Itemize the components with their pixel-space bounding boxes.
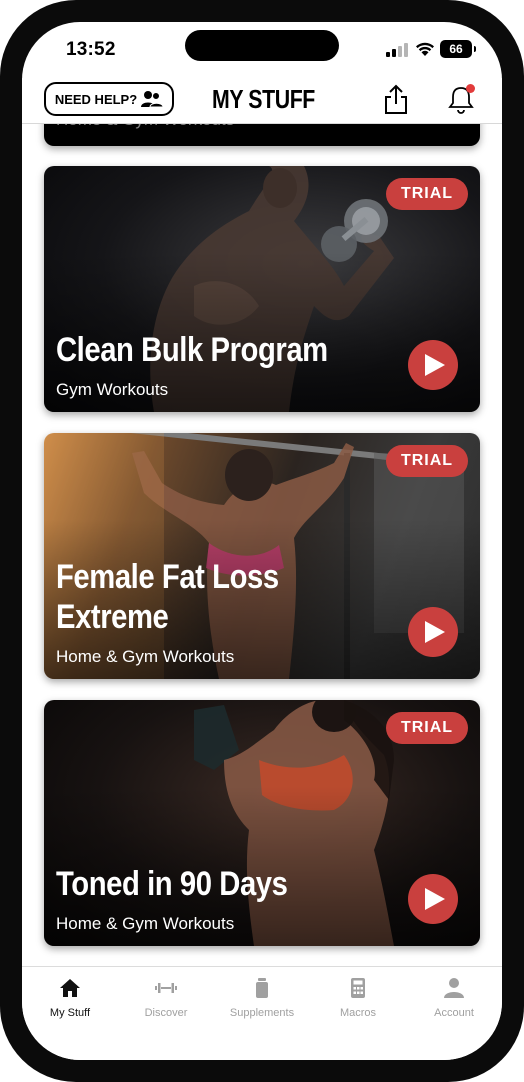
tab-label: Supplements	[229, 1007, 295, 1019]
dynamic-island	[185, 30, 339, 61]
play-icon	[425, 354, 445, 376]
program-subtitle: Home & Gym Workouts	[56, 124, 234, 134]
tab-label: Account	[434, 1007, 474, 1019]
play-button[interactable]	[408, 874, 458, 924]
program-card-female-fat-loss[interactable]: TRIAL Female Fat Loss Extreme Home & Gym…	[44, 433, 480, 679]
need-help-button[interactable]: NEED HELP?	[44, 82, 174, 116]
phone-frame: 13:52 66 NEED HELP? MY STUFF TRIAL Clean…	[0, 0, 524, 1082]
tab-discover[interactable]: Discover	[118, 977, 214, 1027]
tab-label: Macros	[339, 1007, 377, 1019]
status-bar: 13:52 66	[22, 22, 502, 78]
program-subtitle: Gym Workouts	[56, 380, 169, 399]
trial-badge: TRIAL	[386, 445, 468, 477]
dumbbell-icon	[155, 983, 177, 993]
program-subtitle: Home & Gym Workouts	[56, 647, 235, 666]
share-icon[interactable]	[382, 82, 410, 116]
screen: 13:52 66 NEED HELP? MY STUFF TRIAL Clean…	[22, 22, 502, 1060]
trial-badge: TRIAL	[386, 178, 468, 210]
program-title: Toned in 90 Days	[56, 865, 288, 903]
program-card-clean-bulk[interactable]: TRIAL Clean Bulk Program Gym Workouts	[44, 166, 480, 412]
play-button[interactable]	[408, 607, 458, 657]
page-title: MY STUFF	[212, 84, 315, 114]
trial-badge: TRIAL	[386, 712, 468, 744]
signal-icon	[386, 43, 408, 57]
need-help-label: NEED HELP?	[54, 91, 138, 107]
person-icon	[444, 978, 464, 998]
play-icon	[425, 621, 445, 643]
status-time: 13:52	[66, 39, 116, 60]
program-title: Clean Bulk Program	[56, 331, 328, 369]
program-list: Home & Gym Workouts TRIAL Clean Bul	[22, 124, 502, 966]
home-icon	[60, 979, 80, 997]
wifi-icon	[416, 42, 434, 56]
tab-my-stuff[interactable]: My Stuff	[22, 977, 118, 1027]
tab-supplements[interactable]: Supplements	[214, 977, 310, 1027]
calculator-icon	[351, 978, 365, 998]
tab-bar: My Stuff Discover Supplements Macros Acc…	[22, 966, 502, 1060]
notification-dot	[466, 84, 475, 93]
play-button[interactable]	[408, 340, 458, 390]
program-card-toned-90[interactable]: TRIAL Toned in 90 Days Home & Gym Workou…	[44, 700, 480, 946]
support-people-icon	[141, 91, 164, 108]
program-subtitle: Home & Gym Workouts	[56, 914, 235, 933]
bottle-icon	[256, 978, 268, 998]
tab-account[interactable]: Account	[406, 977, 502, 1027]
app-header: NEED HELP? MY STUFF	[22, 78, 502, 124]
tab-label: My Stuff	[49, 1007, 91, 1019]
program-card[interactable]: Home & Gym Workouts	[44, 124, 480, 146]
tab-label: Discover	[144, 1007, 188, 1019]
tab-macros[interactable]: Macros	[310, 977, 406, 1027]
program-title: Female Fat Loss Extreme	[56, 558, 279, 636]
battery-indicator: 66	[440, 40, 476, 58]
play-icon	[425, 888, 445, 910]
